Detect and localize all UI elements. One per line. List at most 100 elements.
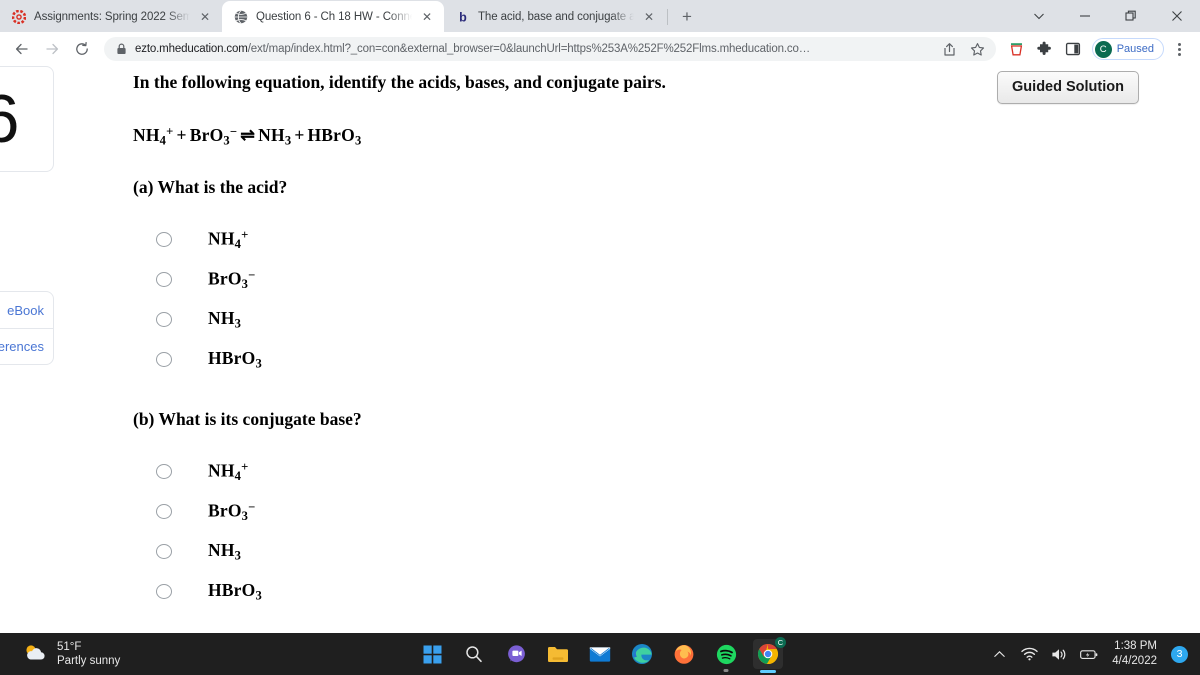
weather-widget[interactable]: 51°F Partly sunny [0,640,250,669]
svg-text:b: b [459,10,467,24]
kebab-menu-icon[interactable] [1166,36,1192,62]
start-button[interactable] [417,639,447,669]
radio-button[interactable] [156,272,172,288]
speaker-icon[interactable] [1050,645,1068,663]
chrome-icon[interactable]: C [753,637,786,673]
new-tab-button[interactable]: + [673,2,701,30]
part-a-label: (a) What is the acid? [133,176,288,197]
chrome-profile-badge: C [775,637,786,648]
part-b-label: (b) What is its conjugate base? [133,408,362,429]
minimize-icon[interactable] [1062,0,1108,32]
option-row[interactable]: BrO3− [133,492,993,532]
equation-species: NH4+ [133,124,174,147]
wifi-icon[interactable] [1020,645,1038,663]
radio-button[interactable] [156,544,172,560]
share-icon[interactable] [940,39,960,59]
radio-button[interactable] [156,312,172,328]
battery-icon[interactable] [1080,645,1098,663]
chemical-equation: NH4+ + BrO3− ⇌ NH3 + HBrO3 [133,124,993,148]
question-prompt: In the following equation, identify the … [133,72,666,92]
folder-icon[interactable] [543,639,573,669]
firefox-icon[interactable] [669,639,699,669]
radio-button[interactable] [156,504,172,520]
forward-button[interactable] [38,35,66,63]
option-label: NH3 [208,308,242,331]
weather-description: Partly sunny [57,655,121,667]
reload-button[interactable] [68,35,96,63]
option-label: NH4+ [208,459,249,483]
option-row[interactable]: NH4+ [133,220,993,260]
close-window-icon[interactable] [1154,0,1200,32]
rail-link-group: eBook References [0,291,54,365]
references-link[interactable]: References [0,328,53,364]
ebook-link[interactable]: eBook [0,292,53,328]
option-row[interactable]: NH3 [133,300,993,340]
avatar: C [1094,40,1112,58]
option-label: BrO3− [208,267,256,291]
radio-button[interactable] [156,232,172,248]
star-icon[interactable] [968,39,988,59]
close-icon[interactable]: ✕ [641,9,657,25]
lock-icon [116,43,127,55]
extension-calculator-icon[interactable] [1004,36,1030,62]
option-row[interactable]: HBrO3 [133,340,993,380]
system-tray: 1:38 PM 4/4/2022 3 [990,633,1200,675]
option-row[interactable]: NH4+ [133,452,993,492]
equation-species: BrO3− [189,124,238,147]
search-button[interactable] [459,639,489,669]
close-icon[interactable]: ✕ [197,9,213,25]
taskbar-apps: C [417,637,786,673]
clock[interactable]: 1:38 PM 4/4/2022 [1112,639,1157,669]
address-bar-url: ezto.mheducation.com/ext/map/index.html?… [135,43,932,55]
question-content: In the following equation, identify the … [133,66,993,612]
option-row[interactable]: BrO3− [133,260,993,300]
equation-species: HBrO3 [307,124,362,147]
browser-tab-2-title: Question 6 - Ch 18 HW - Connec [256,10,412,23]
browser-tab-2[interactable]: Question 6 - Ch 18 HW - Connec ✕ [222,1,444,32]
part-b-options: NH4+ BrO3− NH3 HBrO3 [133,452,993,612]
url-path: /ext/map/index.html?_con=con&external_br… [247,43,811,55]
teams-chat-icon[interactable] [501,639,531,669]
radio-button[interactable] [156,352,172,368]
option-label: NH3 [208,540,242,563]
equation-operator: + [176,124,187,145]
envelope-icon[interactable] [585,639,615,669]
part-a-options: NH4+ BrO3− NH3 HBrO3 [133,220,993,380]
equation-species: NH3 [258,124,292,147]
option-row[interactable]: NH3 [133,532,993,572]
active-indicator [760,670,776,673]
question-number: 6 [0,66,54,172]
address-bar[interactable]: ezto.mheducation.com/ext/map/index.html?… [104,37,996,61]
option-row[interactable]: HBrO3 [133,572,993,612]
option-label: HBrO3 [208,580,262,603]
equation-operator: ⇌ [240,124,256,145]
equation-operator: + [294,124,305,145]
guided-solution-button[interactable]: Guided Solution [997,71,1139,104]
browser-tab-1[interactable]: Assignments: Spring 2022 Semes ✕ [0,1,222,32]
radio-button[interactable] [156,464,172,480]
windows-taskbar: 51°F Partly sunny C 1:38 PM 4/4/2022 3 [0,633,1200,675]
close-icon[interactable]: ✕ [419,9,435,25]
tab-search-icon[interactable] [1016,0,1062,32]
extensions-puzzle-icon[interactable] [1032,36,1058,62]
browser-tab-3[interactable]: b The acid, base and conjugate acid ✕ [444,1,666,32]
clock-time: 1:38 PM [1114,640,1157,653]
profile-button[interactable]: C Paused [1091,38,1164,60]
tab-divider [667,9,668,25]
notification-badge[interactable]: 3 [1171,645,1188,663]
chevron-up-icon[interactable] [990,645,1008,663]
edge-icon[interactable] [627,639,657,669]
spotify-icon[interactable] [711,639,741,672]
option-label: HBrO3 [208,348,262,371]
radio-button[interactable] [156,584,172,600]
maximize-restore-icon[interactable] [1108,0,1154,32]
menu-dot [1177,47,1181,51]
partly-sunny-icon [22,642,48,667]
back-button[interactable] [8,35,36,63]
menu-dot [1177,52,1181,56]
weather-text: 51°F Partly sunny [57,640,120,669]
window-controls [1016,0,1200,32]
browser-tab-3-title: The acid, base and conjugate acid [478,10,634,23]
sidepanel-icon[interactable] [1060,36,1086,62]
brainly-b-icon: b [455,9,471,25]
